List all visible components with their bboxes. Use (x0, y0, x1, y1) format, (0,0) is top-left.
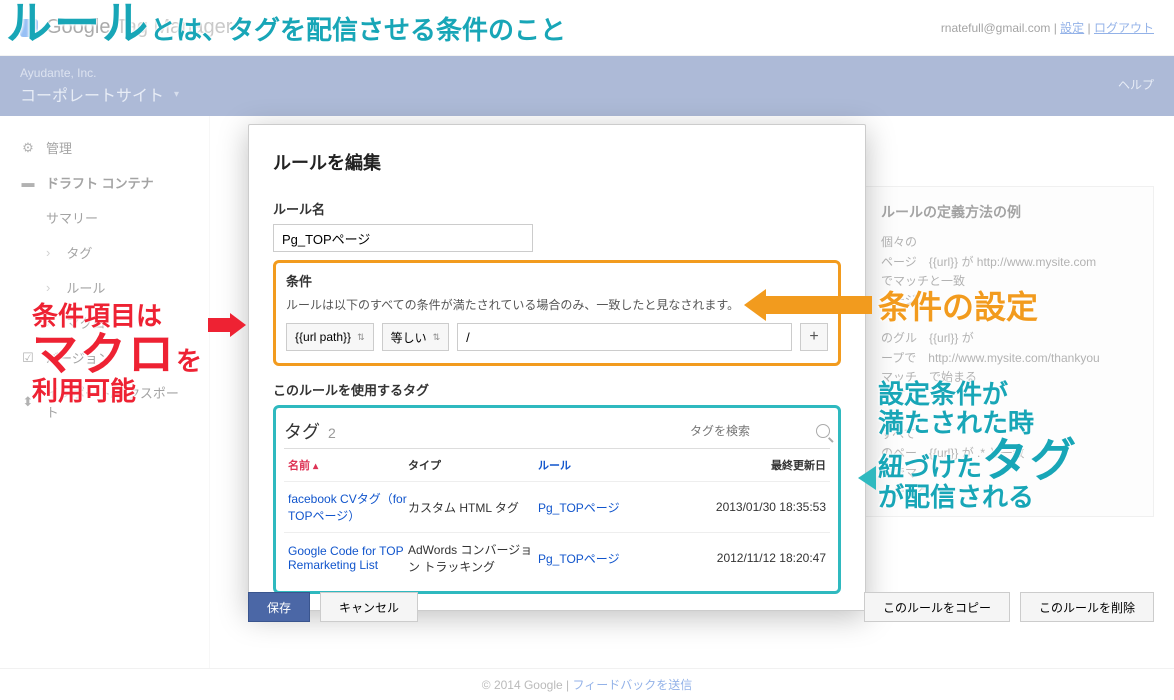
tag-type: AdWords コンバージョン トラッキング (408, 541, 538, 575)
table-row[interactable]: Google Code for TOP Remarketing List AdW… (284, 532, 830, 583)
tag-updated: 2013/01/30 18:35:53 (688, 500, 826, 514)
tag-rule-link[interactable]: Pg_TOPページ (538, 499, 688, 516)
operator-select[interactable]: 等しい ⇅ (382, 323, 450, 351)
macro-select-value: {{url path}} (295, 330, 351, 344)
tag-rule-link[interactable]: Pg_TOPページ (538, 550, 688, 567)
condition-value-input[interactable] (457, 323, 792, 351)
sort-asc-icon: ▴ (313, 461, 318, 472)
tag-search[interactable] (690, 424, 830, 438)
tags-table: 名前 ▴ タイプ ルール 最終更新日 facebook CVタグ（for TOP… (284, 448, 830, 583)
condition-row: {{url path}} ⇅ 等しい ⇅ + (286, 323, 828, 351)
macro-select[interactable]: {{url path}} ⇅ (286, 323, 374, 351)
tags-panel-header: タグ 2 (284, 414, 830, 448)
col-rule[interactable]: ルール (538, 457, 688, 473)
chevron-updown-icon: ⇅ (433, 332, 441, 343)
copy-rule-button[interactable]: このルールをコピー (864, 592, 1010, 622)
tag-name-link[interactable]: Google Code for TOP Remarketing List (288, 544, 408, 572)
tags-table-header: 名前 ▴ タイプ ルール 最終更新日 (284, 449, 830, 481)
search-icon (816, 424, 830, 438)
tag-search-input[interactable] (690, 424, 810, 438)
tags-panel: タグ 2 名前 ▴ タイプ ルール 最終更新日 facebook CVタグ（fo… (273, 405, 841, 594)
operator-select-value: 等しい (391, 329, 427, 346)
col-type[interactable]: タイプ (408, 457, 538, 473)
cancel-button[interactable]: キャンセル (320, 592, 418, 622)
tags-heading: タグ (284, 418, 320, 444)
arrow-teal-left (858, 466, 876, 490)
rule-name-input[interactable] (273, 224, 533, 252)
rule-name-label: ルール名 (273, 199, 841, 218)
save-button[interactable]: 保存 (248, 592, 310, 622)
tag-name-link[interactable]: facebook CVタグ（for TOPページ） (288, 490, 408, 524)
tags-count: 2 (328, 425, 336, 441)
col-updated[interactable]: 最終更新日 (688, 457, 826, 473)
chevron-updown-icon: ⇅ (357, 332, 365, 343)
modal-buttons-left: 保存 キャンセル (248, 592, 418, 622)
modal-buttons-right: このルールをコピー このルールを削除 (864, 592, 1154, 622)
tag-updated: 2012/11/12 18:20:47 (688, 551, 826, 565)
tag-type: カスタム HTML タグ (408, 499, 538, 516)
table-row[interactable]: facebook CVタグ（for TOPページ） カスタム HTML タグ P… (284, 481, 830, 532)
condition-label: 条件 (286, 271, 828, 290)
col-name[interactable]: 名前 ▴ (288, 457, 408, 473)
tags-using-rule-label: このルールを使用するタグ (273, 380, 841, 399)
modal-title: ルールを編集 (273, 149, 841, 175)
add-condition-button[interactable]: + (800, 323, 828, 351)
delete-rule-button[interactable]: このルールを削除 (1020, 592, 1154, 622)
edit-rule-modal: ルールを編集 ルール名 条件 ルールは以下のすべての条件が満たされている場合のみ… (248, 124, 866, 611)
